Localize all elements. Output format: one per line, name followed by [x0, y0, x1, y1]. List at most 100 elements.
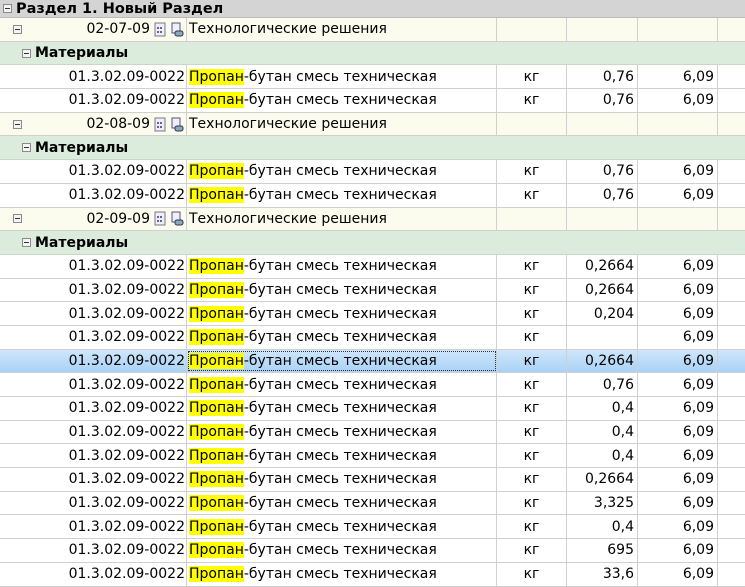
quantity-cell[interactable]: 3,325 — [567, 491, 638, 515]
link-document-icon[interactable] — [167, 21, 184, 37]
quantity-cell[interactable]: 0,76 — [567, 160, 638, 183]
price-cell[interactable]: 6,09 — [638, 491, 718, 515]
table-row[interactable]: 01.3.02.09-0022 Пропан -бутан смесь технич… — [0, 539, 745, 563]
unit-cell[interactable]: кг — [497, 278, 567, 302]
price-cell[interactable]: 6,09 — [638, 539, 718, 562]
table-row[interactable]: 01.3.02.09-0022 Пропан -бутан смесь технич… — [0, 491, 745, 516]
quantity-cell[interactable]: 0,4 — [567, 444, 638, 468]
group-row[interactable]: 02-08-09 Технологические решения — [0, 112, 745, 137]
table-row[interactable]: 01.3.02.09-0022 Пропан -бутан смесь технич… — [0, 183, 745, 208]
link-document-icon[interactable] — [167, 211, 184, 227]
table-row[interactable]: 01.3.02.09-0022 Пропан -бутан смесь технич… — [0, 397, 745, 421]
unit-cell[interactable]: кг — [497, 302, 567, 325]
group-row[interactable]: 02-07-09 Технологические решения — [0, 18, 745, 42]
collapse-toggle-icon[interactable] — [22, 48, 31, 58]
unit-cell[interactable]: кг — [497, 515, 567, 539]
table-row[interactable]: 01.3.02.09-0022 Пропан -бутан смесь технич… — [0, 373, 745, 397]
price-cell[interactable]: 6,09 — [638, 160, 718, 183]
link-document-icon[interactable] — [167, 116, 184, 132]
calculator-icon[interactable] — [150, 116, 167, 132]
quantity-cell[interactable]: 0,4 — [567, 420, 638, 444]
unit-cell[interactable]: кг — [497, 65, 567, 89]
unit-cell[interactable]: кг — [497, 562, 567, 586]
price-cell[interactable]: 6,09 — [638, 373, 718, 396]
empty-cell — [718, 113, 745, 136]
price-cell[interactable]: 6,09 — [638, 397, 718, 420]
quantity-cell[interactable]: 0,2664 — [567, 254, 638, 278]
collapse-toggle-icon[interactable] — [22, 143, 31, 153]
quantity-cell[interactable]: 0,2664 — [567, 349, 638, 373]
quantity-cell[interactable]: 0,2664 — [567, 468, 638, 491]
collapse-toggle-icon[interactable] — [13, 24, 22, 34]
unit-cell[interactable]: кг — [497, 397, 567, 420]
quantity-cell[interactable]: 0,4 — [567, 397, 638, 420]
price-cell[interactable]: 6,09 — [638, 89, 718, 112]
quantity-cell[interactable]: 33,6 — [567, 562, 638, 586]
quantity-cell[interactable]: 0,4 — [567, 515, 638, 539]
price-cell[interactable]: 6,09 — [638, 515, 718, 539]
search-highlight: Пропан — [189, 471, 244, 488]
quantity-cell[interactable]: 0,2664 — [567, 278, 638, 302]
empty-cell — [567, 207, 638, 231]
quantity-cell[interactable]: 695 — [567, 539, 638, 562]
quantity-cell[interactable] — [567, 325, 638, 349]
unit-cell[interactable]: кг — [497, 160, 567, 183]
group-row[interactable]: 02-09-09 Технологические решения — [0, 207, 745, 232]
price-cell[interactable]: 6,09 — [638, 325, 718, 349]
table-row[interactable]: 01.3.02.09-0022 Пропан -бутан смесь технич… — [0, 65, 745, 90]
price-cell[interactable]: 6,09 — [638, 562, 718, 586]
price-cell[interactable]: 6,09 — [638, 254, 718, 278]
collapse-toggle-icon[interactable] — [3, 4, 12, 13]
collapse-toggle-icon[interactable] — [22, 238, 31, 248]
price-cell[interactable]: 6,09 — [638, 183, 718, 207]
group-title: Технологические решения — [187, 207, 497, 231]
unit-cell[interactable]: кг — [497, 539, 567, 562]
table-row[interactable]: 01.3.02.09-0022 Пропан -бутан смесь технич… — [0, 349, 745, 374]
quantity-cell[interactable]: 0,204 — [567, 302, 638, 325]
unit-cell[interactable]: кг — [497, 254, 567, 278]
collapse-toggle-icon[interactable] — [13, 214, 22, 224]
quantity-cell[interactable]: 0,76 — [567, 89, 638, 112]
section-header[interactable]: Раздел 1. Новый Раздел — [0, 0, 745, 18]
table-row[interactable]: 01.3.02.09-0022 Пропан -бутан смесь технич… — [0, 420, 745, 445]
price-cell[interactable]: 6,09 — [638, 420, 718, 444]
unit-cell[interactable]: кг — [497, 491, 567, 515]
unit-cell[interactable]: кг — [497, 420, 567, 444]
collapse-toggle-icon[interactable] — [13, 119, 22, 129]
price-cell[interactable]: 6,09 — [638, 302, 718, 325]
calculator-icon[interactable] — [150, 211, 167, 227]
unit-cell[interactable]: кг — [497, 373, 567, 396]
unit-cell[interactable]: кг — [497, 325, 567, 349]
price-cell[interactable]: 6,09 — [638, 349, 718, 373]
materials-header[interactable]: Материалы — [0, 231, 745, 255]
price-cell[interactable]: 6,09 — [638, 444, 718, 468]
table-row[interactable]: 01.3.02.09-0022 Пропан -бутан смесь технич… — [0, 278, 745, 303]
quantity-cell[interactable]: 0,76 — [567, 373, 638, 396]
unit-cell[interactable]: кг — [497, 183, 567, 207]
table-row[interactable]: 01.3.02.09-0022 Пропан -бутан смесь технич… — [0, 160, 745, 184]
quantity-cell[interactable]: 0,76 — [567, 65, 638, 89]
materials-header[interactable]: Материалы — [0, 41, 745, 66]
price-cell[interactable]: 6,09 — [638, 65, 718, 89]
material-name-rest: -бутан смесь техническая — [243, 329, 437, 346]
price-cell[interactable]: 6,09 — [638, 468, 718, 491]
table-row[interactable]: 01.3.02.09-0022 Пропан -бутан смесь технич… — [0, 468, 745, 492]
material-name: Пропан -бутан смесь техническая — [187, 302, 497, 325]
table-row[interactable]: 01.3.02.09-0022 Пропан -бутан смесь технич… — [0, 89, 745, 113]
unit-cell[interactable]: кг — [497, 349, 567, 373]
table-row[interactable]: 01.3.02.09-0022 Пропан -бутан смесь технич… — [0, 254, 745, 279]
calculator-icon[interactable] — [150, 21, 167, 37]
table-row[interactable]: 01.3.02.09-0022 Пропан -бутан смесь технич… — [0, 302, 745, 326]
table-row[interactable]: 01.3.02.09-0022 Пропан -бутан смесь технич… — [0, 515, 745, 540]
quantity-cell[interactable]: 0,76 — [567, 183, 638, 207]
table-row[interactable]: 01.3.02.09-0022 Пропан -бутан смесь технич… — [0, 444, 745, 469]
table-row[interactable]: 01.3.02.09-0022 Пропан -бутан смесь технич… — [0, 325, 745, 350]
unit-cell[interactable]: кг — [497, 89, 567, 112]
price-cell[interactable]: 6,09 — [638, 278, 718, 302]
material-name: Пропан -бутан смесь техническая — [187, 491, 497, 515]
materials-header[interactable]: Материалы — [0, 136, 745, 161]
unit-cell[interactable]: кг — [497, 468, 567, 491]
empty-cell — [718, 255, 745, 278]
unit-cell[interactable]: кг — [497, 444, 567, 468]
table-row[interactable]: 01.3.02.09-0022 Пропан -бутан смесь технич… — [0, 562, 745, 587]
